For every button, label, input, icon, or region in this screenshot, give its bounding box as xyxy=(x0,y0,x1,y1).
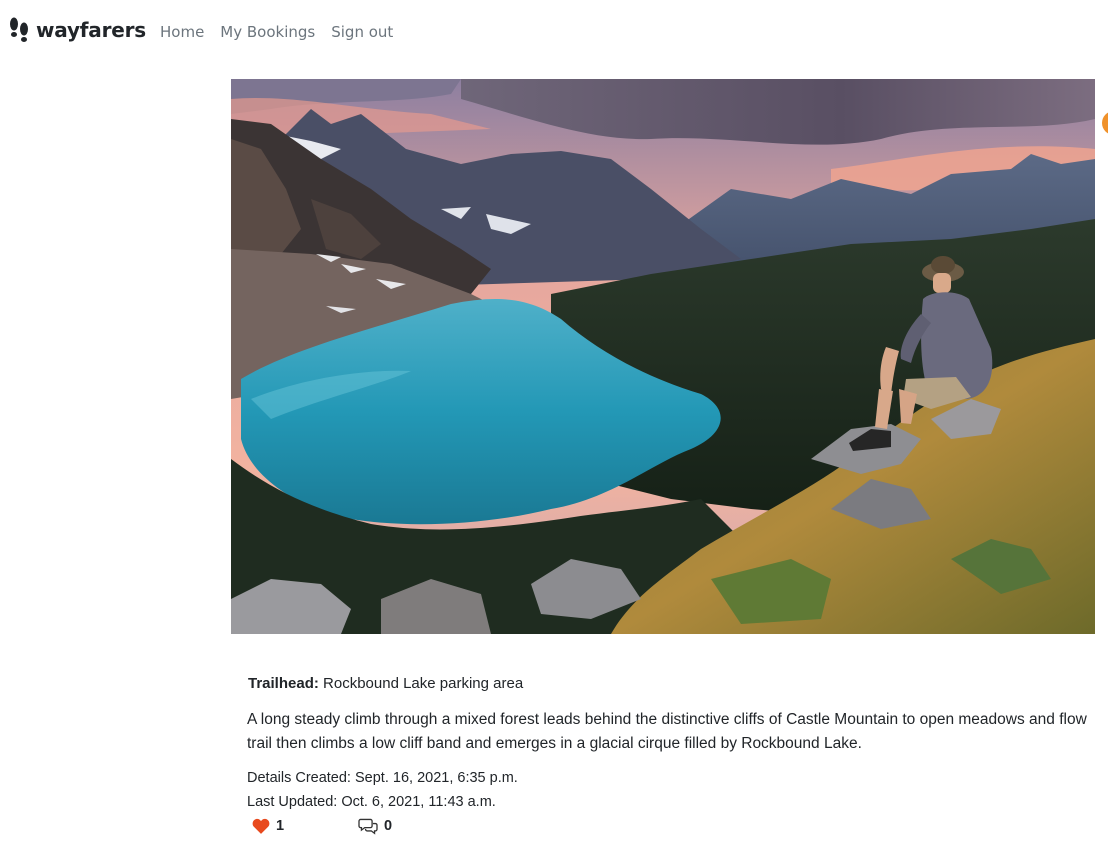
comment-count: 0 xyxy=(384,818,393,834)
landscape-photo xyxy=(231,79,1095,634)
trail-hero-image xyxy=(231,79,1095,634)
nav-links: Home My Bookings Sign out xyxy=(160,23,393,41)
updated-date: Last Updated: Oct. 6, 2021, 11:43 a.m. xyxy=(247,794,496,810)
trailhead-line: Trailhead: Rockbound Lake parking area xyxy=(248,674,1108,694)
trailhead-value: Rockbound Lake parking area xyxy=(323,675,524,692)
trail-description: A long steady climb through a mixed fore… xyxy=(247,708,1108,756)
nav-home-link[interactable]: Home xyxy=(160,23,204,41)
like-count: 1 xyxy=(276,818,285,834)
nav-my-bookings-link[interactable]: My Bookings xyxy=(220,23,315,41)
heart-icon xyxy=(252,818,270,834)
trail-details: Trailhead: Rockbound Lake parking area A… xyxy=(247,674,1108,838)
navbar: wayfarers Home My Bookings Sign out xyxy=(0,0,1108,66)
like-button[interactable]: 1 xyxy=(252,818,358,834)
brand-name: wayfarers xyxy=(36,18,146,42)
brand-link[interactable]: wayfarers xyxy=(8,17,146,43)
comments-button[interactable]: 0 xyxy=(358,817,392,835)
trailhead-label: Trailhead: xyxy=(248,675,319,692)
description-line-1: A long steady climb through a mixed fore… xyxy=(247,711,1087,728)
comments-icon xyxy=(358,818,378,835)
nav-sign-out-link[interactable]: Sign out xyxy=(331,23,393,41)
description-line-2: trail then climbs a low cliff band and e… xyxy=(247,735,862,752)
footprints-icon xyxy=(10,17,28,42)
avatar[interactable] xyxy=(1102,111,1108,135)
created-date: Details Created: Sept. 16, 2021, 6:35 p.… xyxy=(247,770,518,786)
trail-stats: 1 0 xyxy=(247,814,1108,838)
